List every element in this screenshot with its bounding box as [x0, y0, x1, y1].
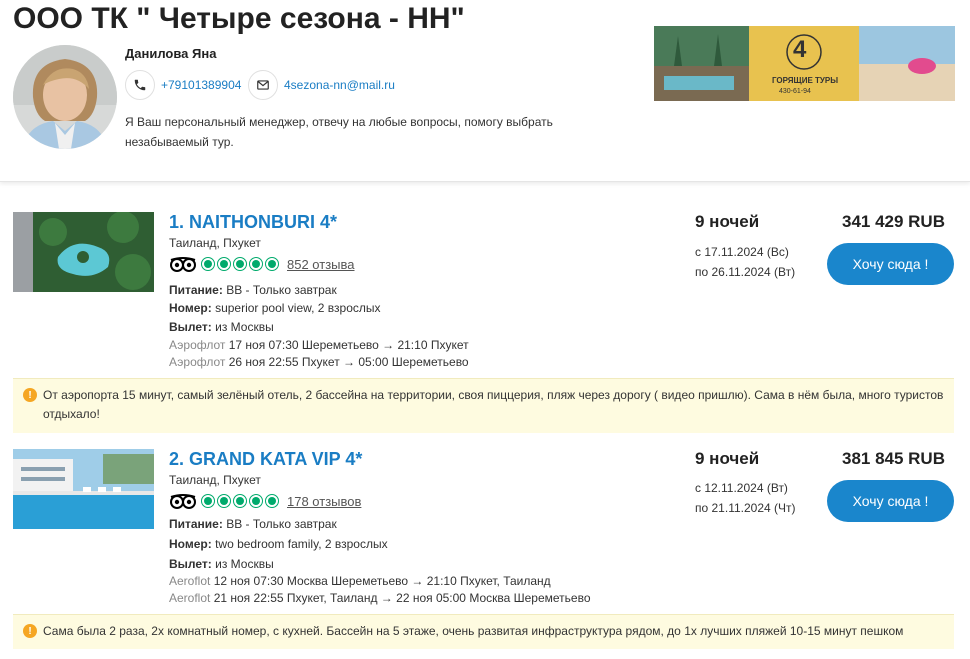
date-from: с 17.11.2024 (Вс) — [695, 245, 789, 259]
nights-count: 9 ночей — [695, 449, 760, 468]
rating-circles — [201, 257, 281, 271]
meal-info: Питание: BB - Только завтрак — [169, 283, 337, 297]
hotel-location: Таиланд, Пхукет — [169, 236, 261, 250]
date-from: с 12.11.2024 (Вт) — [695, 481, 788, 495]
meal-info: Питание: BB - Только завтрак — [169, 517, 337, 531]
note-text: Сама была 2 раза, 2х комнатный номер, с … — [43, 624, 904, 638]
manager-header: ООО ТК " Четыре сезона - НН" Данилова Ян… — [0, 0, 970, 182]
flight-outbound: Aeroflot 12 ноя 07:30 Москва Шереметьево… — [169, 574, 551, 588]
manager-note: ! Сама была 2 раза, 2х комнатный номер, … — [13, 614, 954, 649]
email-link[interactable]: 4sezona-nn@mail.ru — [284, 78, 395, 92]
departure-info: Вылет: из Москвы — [169, 320, 274, 334]
hotel-name-link[interactable]: 1. NAITHONBURI 4* — [169, 212, 337, 233]
tour-price: 381 845 RUB — [841, 449, 945, 468]
reviews-link[interactable]: 852 отзыва — [287, 257, 355, 272]
tripadvisor-rating: 178 отзывов — [169, 491, 361, 511]
phone-link[interactable]: +79101389904 — [161, 78, 241, 92]
hot-tours-banner[interactable]: 4 ГОРЯЩИЕ ТУРЫ 430-61-94 — [654, 26, 955, 101]
envelope-icon — [248, 70, 278, 100]
note-text: От аэропорта 15 минут, самый зелёный оте… — [43, 388, 944, 421]
date-to: по 26.11.2024 (Вт) — [695, 265, 796, 279]
phone-icon — [125, 70, 155, 100]
banner-phone: 430-61-94 — [779, 88, 811, 95]
tour-price: 341 429 RUB — [841, 212, 945, 231]
warning-icon: ! — [23, 388, 37, 402]
hotel-name-link[interactable]: 2. GRAND KATA VIP 4* — [169, 449, 362, 470]
want-here-button[interactable]: Хочу сюда ! — [827, 480, 954, 522]
banner-logo: 4 — [793, 36, 807, 63]
warning-icon: ! — [23, 624, 37, 638]
company-title: ООО ТК " Четыре сезона - НН" — [13, 2, 465, 35]
banner-tagline: ГОРЯЩИЕ ТУРЫ — [772, 76, 839, 85]
email-contact[interactable]: 4sezona-nn@mail.ru — [248, 70, 395, 100]
manager-note: ! От аэропорта 15 минут, самый зелёный о… — [13, 378, 954, 433]
want-here-button[interactable]: Хочу сюда ! — [827, 243, 954, 285]
date-to: по 21.11.2024 (Чт) — [695, 501, 796, 515]
tripadvisor-rating: 852 отзыва — [169, 254, 355, 274]
phone-contact[interactable]: +79101389904 — [125, 70, 241, 100]
manager-avatar — [13, 45, 117, 149]
rating-circles — [201, 494, 281, 508]
tripadvisor-owl-icon — [170, 257, 196, 272]
tripadvisor-owl-icon — [170, 494, 196, 509]
flight-return: Аэрофлот 26 ноя 22:55 Пхукет → 05:00 Шер… — [169, 355, 469, 369]
room-info: Номер: superior pool view, 2 взрослых — [169, 301, 381, 315]
hotel-location: Таиланд, Пхукет — [169, 473, 261, 487]
hotel-photo[interactable] — [13, 212, 154, 292]
manager-name: Данилова Яна — [125, 46, 217, 61]
nights-count: 9 ночей — [695, 212, 760, 231]
flight-return: Aeroflot 21 ноя 22:55 Пхукет, Таиланд → … — [169, 591, 591, 605]
departure-info: Вылет: из Москвы — [169, 557, 274, 571]
reviews-link[interactable]: 178 отзывов — [287, 494, 361, 509]
manager-description: Я Ваш персональный менеджер, отвечу на л… — [125, 115, 553, 149]
hotel-photo[interactable] — [13, 449, 154, 529]
room-info: Номер: two bedroom family, 2 взрослых — [169, 537, 388, 551]
flight-outbound: Аэрофлот 17 ноя 07:30 Шереметьево → 21:1… — [169, 338, 469, 352]
